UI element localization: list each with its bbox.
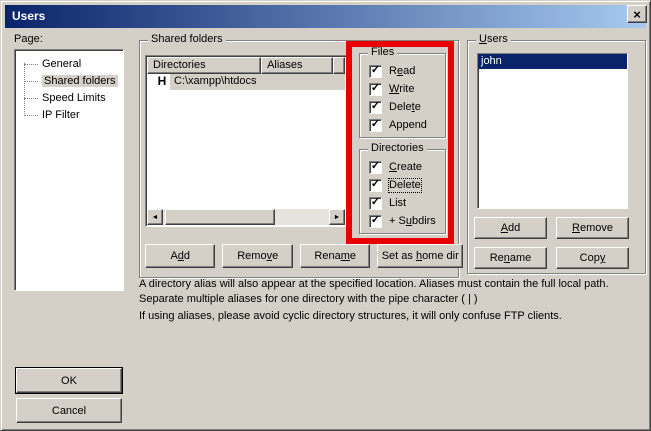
directory-path: C:\xampp\htdocs (170, 74, 345, 90)
alias-help-text: A directory alias will also appear at th… (139, 277, 644, 307)
user-item-john[interactable]: john (478, 54, 627, 69)
directories-listview: Directories Aliases H C:\xampp\htdocs ◄ … (145, 55, 347, 227)
home-dir-flag: H (154, 74, 170, 90)
close-button[interactable]: × (627, 5, 647, 23)
create-checkbox[interactable]: ✓ (369, 161, 382, 174)
page-item-ip-filter[interactable]: IP Filter (15, 107, 123, 124)
page-item-shared-folders[interactable]: Shared folders (15, 73, 123, 90)
append-checkbox[interactable]: ✓ (369, 119, 382, 132)
list-checkbox[interactable]: ✓ (369, 197, 382, 210)
append-label[interactable]: Append (389, 119, 427, 132)
create-label[interactable]: Create (389, 161, 422, 174)
folder-add-button[interactable]: Add (145, 244, 215, 268)
user-rename-button[interactable]: Rename (474, 247, 547, 269)
users-list: john (477, 53, 628, 209)
window-title: Users (12, 9, 45, 23)
scrollbar-thumb[interactable] (165, 209, 275, 225)
list-checkbox-row: ✓ List (369, 196, 406, 210)
column-header-filler (333, 57, 345, 74)
write-label[interactable]: Write (389, 83, 414, 96)
file-delete-label[interactable]: Delete (389, 101, 421, 114)
users-dialog: Users × Page: General Shared folders Spe… (0, 0, 651, 431)
file-delete-checkbox[interactable]: ✓ (369, 101, 382, 114)
dir-delete-checkbox-row: ✓ Delete (369, 178, 421, 192)
page-label: Page: (14, 33, 43, 45)
create-checkbox-row: ✓ Create (369, 160, 422, 174)
cancel-button[interactable]: Cancel (16, 398, 122, 423)
user-remove-button[interactable]: Remove (556, 217, 629, 239)
column-header-directories[interactable]: Directories (147, 57, 261, 74)
folder-rename-button[interactable]: Rename (300, 244, 370, 268)
horizontal-scrollbar[interactable]: ◄ ► (147, 209, 345, 225)
scroll-right-icon[interactable]: ► (329, 209, 345, 225)
title-bar[interactable]: Users (5, 5, 646, 28)
user-copy-button[interactable]: Copy (556, 247, 629, 269)
read-label[interactable]: Read (389, 65, 415, 78)
read-checkbox[interactable]: ✓ (369, 65, 382, 78)
list-label[interactable]: List (389, 197, 406, 210)
set-as-home-dir-button[interactable]: Set as home dir (377, 244, 463, 268)
write-checkbox[interactable]: ✓ (369, 83, 382, 96)
read-checkbox-row: ✓ Read (369, 64, 415, 78)
page-item-speed-limits[interactable]: Speed Limits (15, 90, 123, 107)
listview-header: Directories Aliases (147, 57, 345, 74)
files-group-label: Files (368, 46, 397, 59)
column-header-aliases[interactable]: Aliases (261, 57, 333, 74)
dir-delete-label[interactable]: Delete (389, 179, 421, 192)
directory-row[interactable]: H C:\xampp\htdocs (147, 74, 345, 90)
write-checkbox-row: ✓ Write (369, 82, 414, 96)
directories-group-label: Directories (368, 142, 427, 155)
directories-permissions-group: Directories ✓ Create ✓ Delete ✓ List ✓ +… (359, 149, 446, 234)
scroll-left-icon[interactable]: ◄ (147, 209, 163, 225)
cyclic-help-text: If using aliases, please avoid cyclic di… (139, 309, 644, 324)
file-delete-checkbox-row: ✓ Delete (369, 100, 421, 114)
shared-folders-group-label: Shared folders (148, 33, 226, 46)
users-group-label: Users (476, 33, 511, 46)
user-add-button[interactable]: Add (474, 217, 547, 239)
folder-remove-button[interactable]: Remove (222, 244, 292, 268)
append-checkbox-row: ✓ Append (369, 118, 427, 132)
subdirs-checkbox-row: ✓ + Subdirs (369, 214, 436, 228)
dir-delete-checkbox[interactable]: ✓ (369, 179, 382, 192)
page-item-general[interactable]: General (15, 56, 123, 73)
subdirs-checkbox[interactable]: ✓ (369, 215, 382, 228)
page-list: General Shared folders Speed Limits IP F… (14, 49, 124, 291)
subdirs-label[interactable]: + Subdirs (389, 215, 436, 228)
ok-button[interactable]: OK (16, 368, 122, 393)
files-permissions-group: Files ✓ Read ✓ Write ✓ Delete ✓ Append (359, 53, 446, 138)
shared-folders-button-row: Add Remove Rename Set as home dir (145, 244, 463, 268)
close-icon: × (633, 8, 641, 21)
